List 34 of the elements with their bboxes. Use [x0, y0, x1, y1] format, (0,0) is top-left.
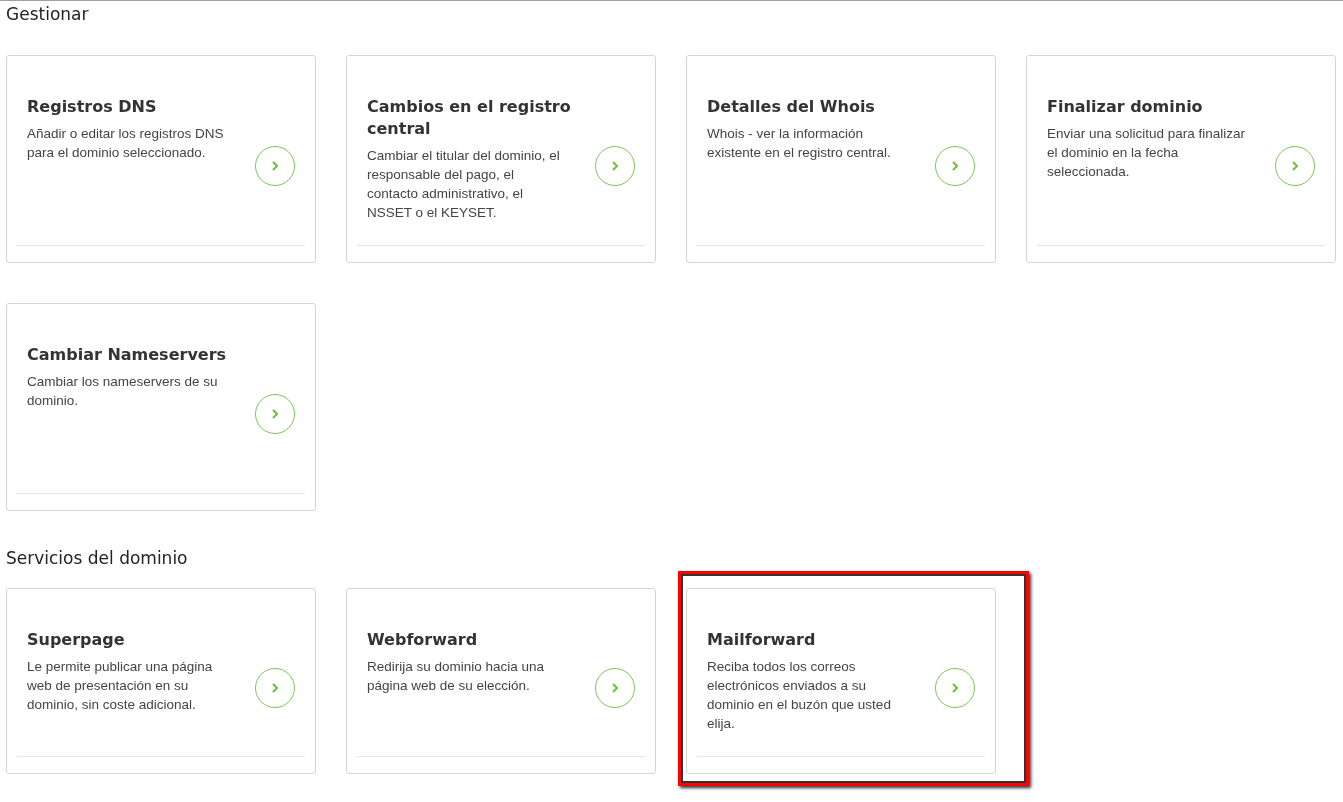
- chevron-right-icon[interactable]: [595, 667, 635, 708]
- service-card[interactable]: Cambiar Nameservers Cambiar los nameservers de su dominio.: [6, 303, 316, 511]
- chevron-right-icon[interactable]: [595, 145, 635, 186]
- card-description: Añadir o editar los registros DNS para el dominio seleccionado.: [27, 125, 225, 162]
- chevron-right-icon[interactable]: [935, 667, 975, 708]
- card-title: Registros DNS: [27, 96, 158, 118]
- card-title: Superpage: [27, 629, 126, 651]
- card-description: Cambiar los nameservers de su dominio.: [27, 373, 219, 410]
- card-description: Redirija su dominio hacia una página web de su elección.: [367, 658, 546, 695]
- card-title: Cambiar Nameservers: [27, 344, 228, 366]
- card-description: Cambiar el titular del dominio, el responsable del pago, el contacto administrativo, el NSSET o el KEYSET.: [367, 147, 561, 222]
- service-card[interactable]: Finalizar dominio Enviar una solicitud para finalizar el dominio en la fecha seleccionada.: [1026, 55, 1336, 263]
- card-description: Enviar una solicitud para finalizar el dominio en la fecha seleccionada.: [1047, 125, 1247, 181]
- service-card[interactable]: Detalles del Whois Whois - ver la información existente en el registro central.: [686, 55, 996, 263]
- section-heading: Gestionar: [6, 4, 90, 26]
- card-title: Cambios en el registro central: [367, 96, 572, 140]
- card-title: Detalles del Whois: [707, 96, 876, 118]
- service-card[interactable]: Registros DNS Añadir o editar los registros DNS para el dominio seleccionado.: [6, 55, 316, 263]
- card-title: Webforward: [367, 629, 479, 651]
- chevron-right-icon[interactable]: [1275, 145, 1315, 186]
- chevron-right-icon[interactable]: [255, 667, 295, 708]
- service-card[interactable]: Superpage Le permite publicar una página web de presentación en su dominio, sin coste adicional.: [6, 588, 316, 774]
- chevron-right-icon[interactable]: [255, 145, 295, 186]
- card-title: Finalizar dominio: [1047, 96, 1204, 118]
- section-heading: Servicios del dominio: [6, 548, 189, 570]
- service-card[interactable]: Cambios en el registro central Cambiar el titular del dominio, el responsable del pago, el contacto administrativo, el NSSET o el KEYSET.: [346, 55, 656, 263]
- chevron-right-icon[interactable]: [255, 393, 295, 434]
- card-description: Le permite publicar una página web de presentación en su dominio, sin coste adicional.: [27, 658, 214, 714]
- service-card[interactable]: Mailforward Reciba todos los correos electrónicos enviados a su dominio en el buzón que usted elija.: [686, 588, 996, 774]
- service-card[interactable]: Webforward Redirija su dominio hacia una página web de su elección.: [346, 588, 656, 774]
- card-description: Whois - ver la información existente en el registro central.: [707, 125, 892, 162]
- card-description: Reciba todos los correos electrónicos enviados a su dominio en el buzón que usted elija.: [707, 658, 892, 733]
- card-title: Mailforward: [707, 629, 817, 651]
- chevron-right-icon[interactable]: [935, 145, 975, 186]
